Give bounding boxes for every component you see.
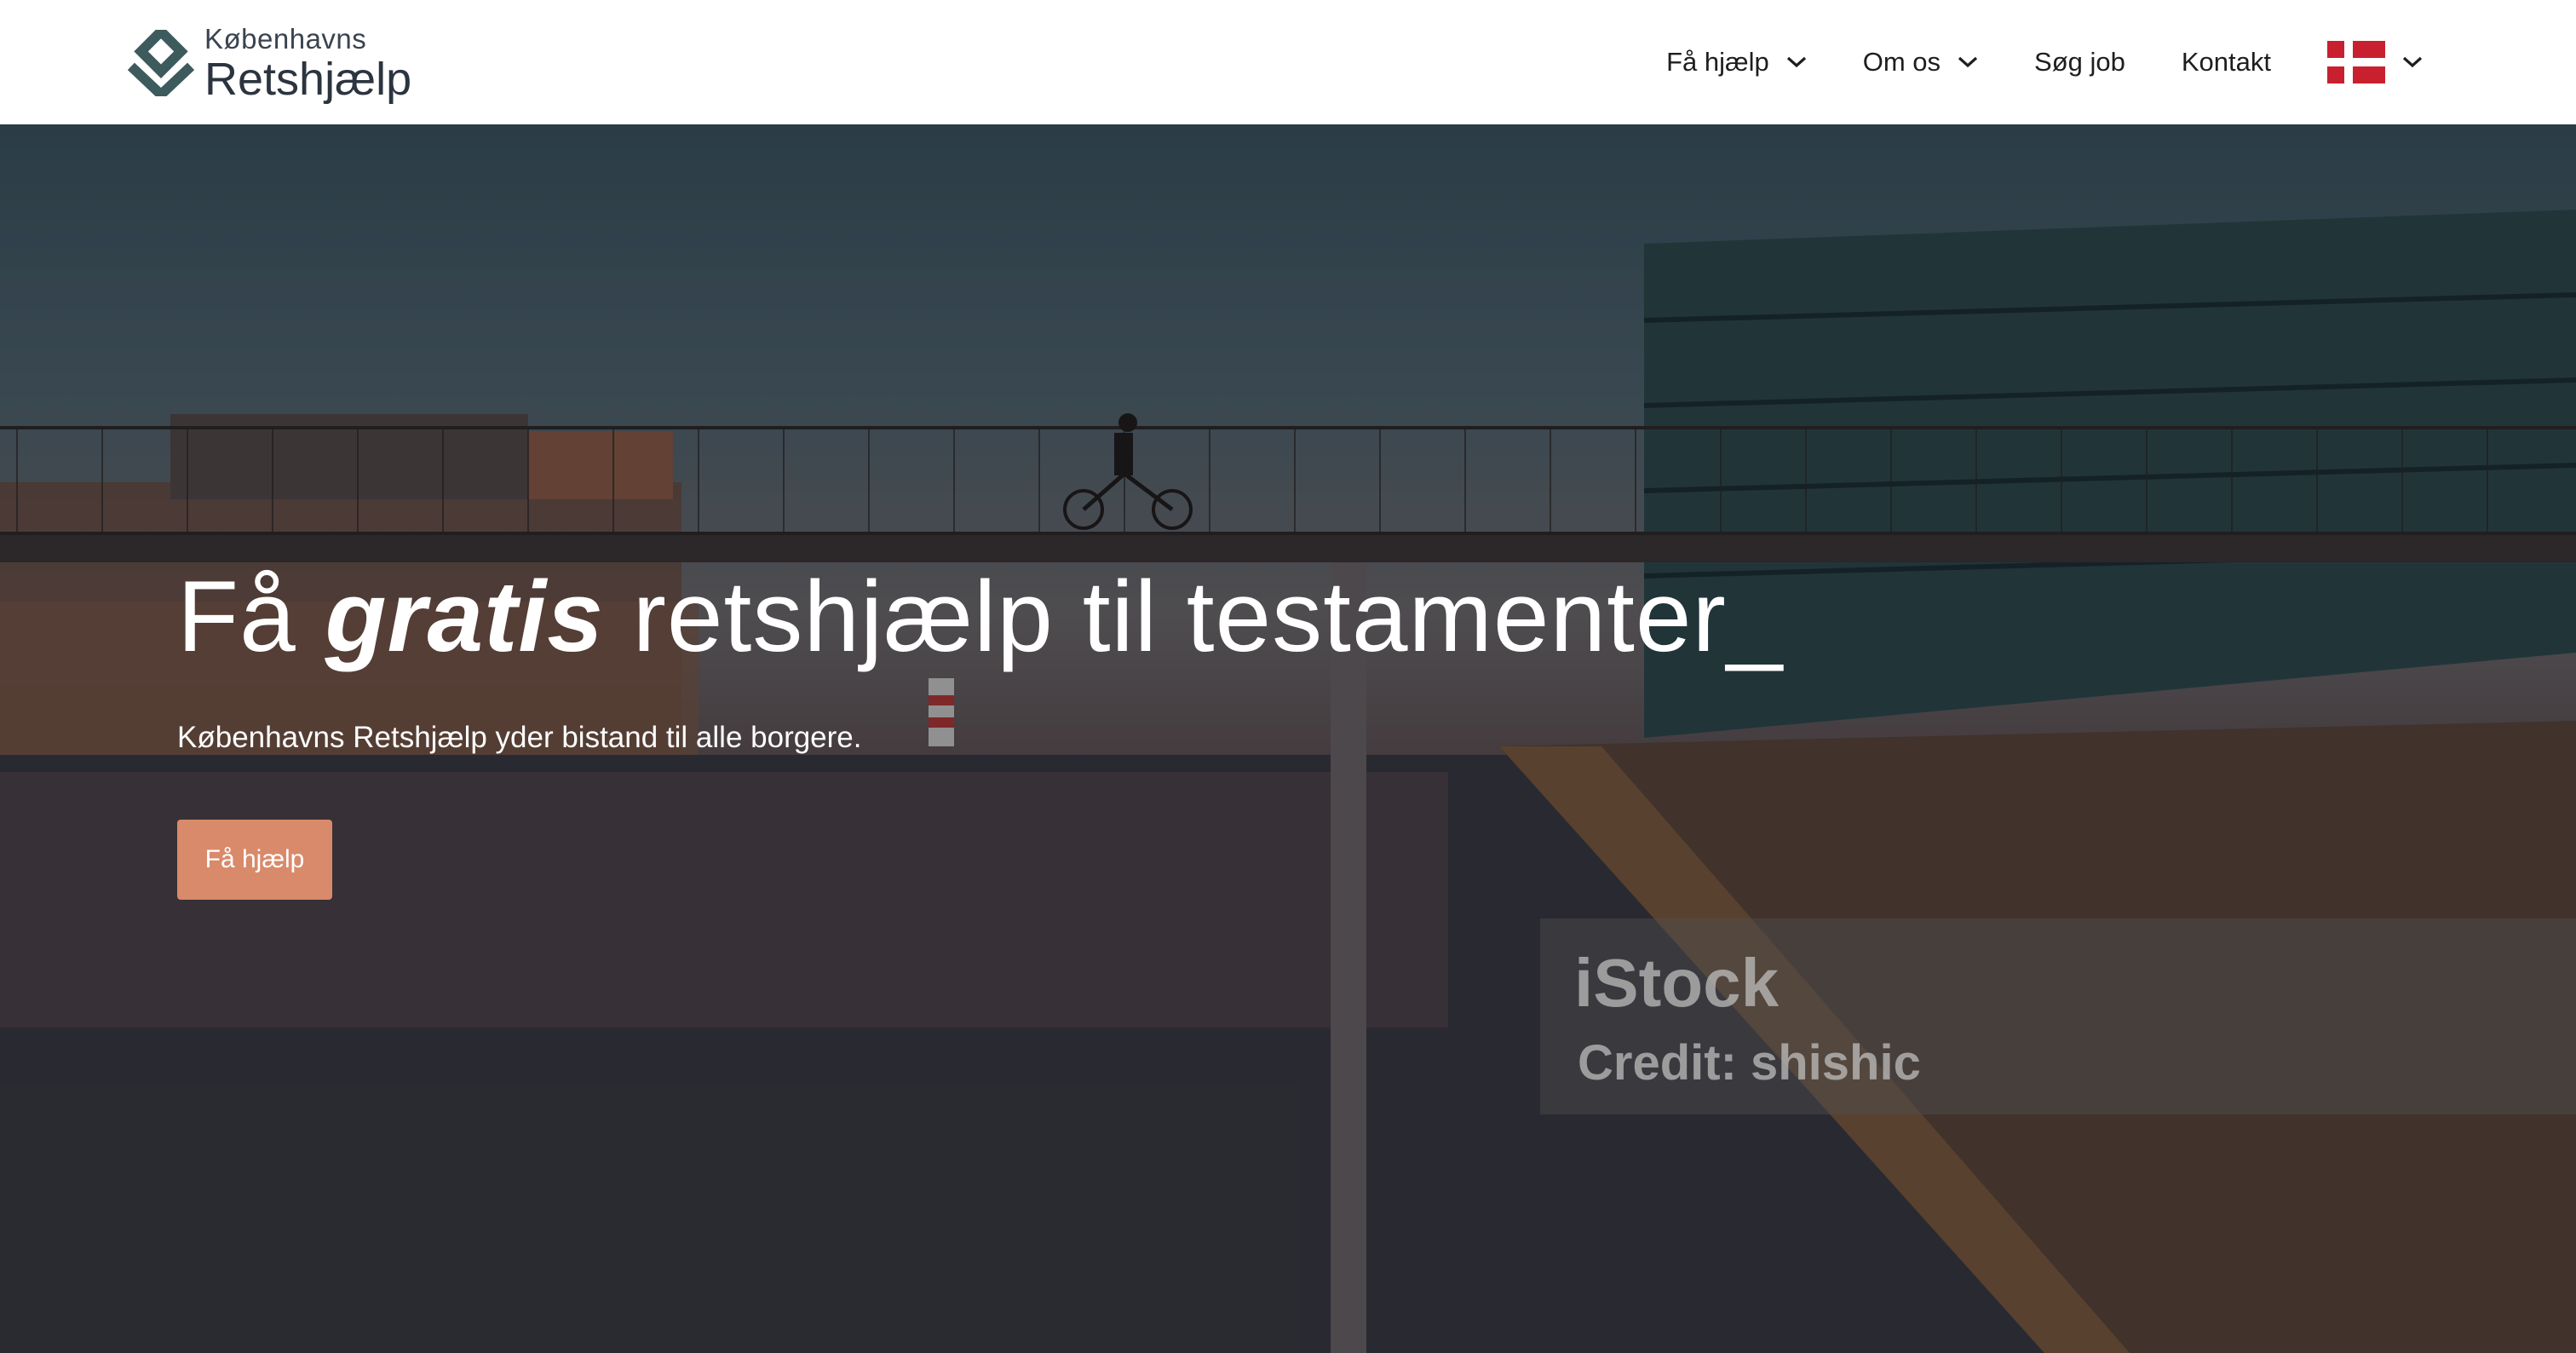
main-nav: Få hjælp Om os Søg job Kontakt: [1666, 0, 2423, 124]
hero-title-suffix: retshjælp til testamenter_: [603, 561, 1784, 673]
logo-line-2: Retshjælp: [204, 53, 412, 105]
hero-title-emphasis: gratis: [325, 561, 604, 673]
hero-section: Få gratis retshjælp til testamenter_ Køb…: [0, 124, 2576, 1353]
logo-icon: [128, 30, 194, 96]
hero-title: Få gratis retshjælp til testamenter_: [177, 559, 1783, 675]
chevron-down-icon: [1786, 56, 1806, 68]
nav-item-soeg-job[interactable]: Søg job: [2034, 47, 2125, 78]
nav-item-label: Kontakt: [2181, 47, 2271, 77]
watermark-credit: Credit: shishic: [1578, 1035, 1921, 1091]
site-header: Københavns Retshjælp Få hjælp Om os Søg …: [0, 0, 2576, 124]
hero-title-prefix: Få: [177, 561, 325, 673]
istock-watermark: iStock Credit: shishic: [1540, 918, 2576, 1114]
danish-flag-icon: [2327, 41, 2385, 83]
nav-item-faa-hjaelp[interactable]: Få hjælp: [1666, 47, 1807, 78]
site-logo[interactable]: Københavns Retshjælp: [128, 24, 417, 102]
nav-item-kontakt[interactable]: Kontakt: [2182, 47, 2271, 78]
logo-line-1: Københavns: [204, 22, 367, 55]
language-selector[interactable]: [2327, 41, 2423, 83]
get-help-button[interactable]: Få hjælp: [177, 820, 332, 900]
nav-item-label: Søg job: [2034, 47, 2125, 77]
hero-subtitle: Københavns Retshjælp yder bistand til al…: [177, 721, 862, 754]
nav-item-label: Få hjælp: [1666, 47, 1769, 77]
chevron-down-icon: [2402, 56, 2423, 68]
nav-item-om-os[interactable]: Om os: [1863, 47, 1978, 78]
logo-text: Københavns Retshjælp: [204, 25, 411, 102]
watermark-brand: iStock: [1574, 945, 1780, 1021]
chevron-down-icon: [1958, 56, 1978, 68]
nav-item-label: Om os: [1862, 47, 1941, 77]
